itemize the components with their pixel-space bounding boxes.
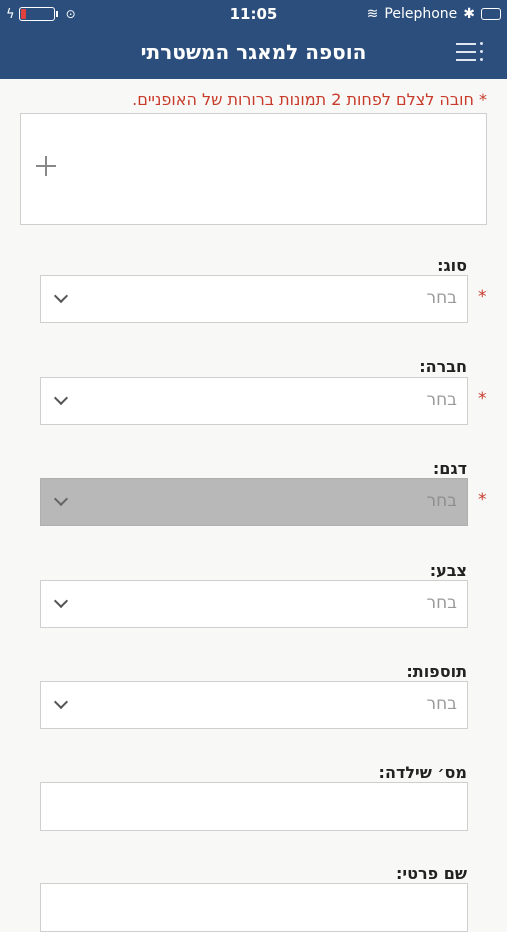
required-mark: * bbox=[478, 389, 487, 409]
photo-required-notice: * חובה לצלם לפחות 2 תמונות ברורות של האו… bbox=[132, 90, 487, 109]
model-select: בחר bbox=[40, 478, 468, 526]
chevron-down-icon bbox=[54, 494, 68, 508]
type-label: סוג: bbox=[437, 256, 467, 275]
frame-number-field[interactable] bbox=[40, 782, 468, 831]
model-select-value: בחר bbox=[426, 491, 457, 511]
extras-select[interactable]: בחר bbox=[40, 681, 468, 729]
type-select[interactable]: בחר bbox=[40, 275, 468, 323]
add-photo-icon[interactable] bbox=[36, 156, 56, 176]
model-label: דגם: bbox=[432, 459, 467, 478]
nav-bar: הוספה למאגר המשטרתי bbox=[0, 28, 507, 79]
chevron-down-icon bbox=[54, 291, 68, 305]
color-select[interactable]: בחר bbox=[40, 580, 468, 628]
company-label: חברה: bbox=[419, 357, 467, 376]
frame-number-label: מס׳ שילדה: bbox=[378, 763, 467, 782]
page-title: הוספה למאגר המשטרתי bbox=[140, 40, 367, 64]
required-mark: * bbox=[478, 490, 487, 510]
status-right: ≋ Pelephone ✱ bbox=[367, 5, 501, 23]
extras-label: תוספות: bbox=[406, 662, 467, 681]
company-select-value: בחר bbox=[426, 390, 457, 410]
company-select[interactable]: בחר bbox=[40, 377, 468, 425]
chevron-down-icon bbox=[54, 393, 68, 407]
required-mark: * bbox=[478, 287, 487, 307]
type-select-value: בחר bbox=[426, 288, 457, 308]
color-label: צבע: bbox=[429, 561, 467, 580]
photo-upload-area[interactable] bbox=[20, 113, 487, 225]
status-bar: ϟ ⊙ 11:05 ≋ Pelephone ✱ bbox=[0, 0, 507, 28]
carrier-name: Pelephone bbox=[384, 6, 458, 22]
first-name-field[interactable] bbox=[40, 883, 468, 932]
chevron-down-icon bbox=[54, 596, 68, 610]
chevron-down-icon bbox=[54, 697, 68, 711]
battery-icon-right bbox=[481, 8, 501, 20]
extras-select-value: בחר bbox=[426, 694, 457, 714]
color-select-value: בחר bbox=[426, 593, 457, 613]
wifi-icon: ≋ bbox=[366, 6, 379, 22]
bluetooth-icon: ✱ bbox=[463, 6, 475, 22]
menu-icon[interactable] bbox=[454, 39, 484, 67]
first-name-label: שם פרטי: bbox=[396, 864, 467, 883]
